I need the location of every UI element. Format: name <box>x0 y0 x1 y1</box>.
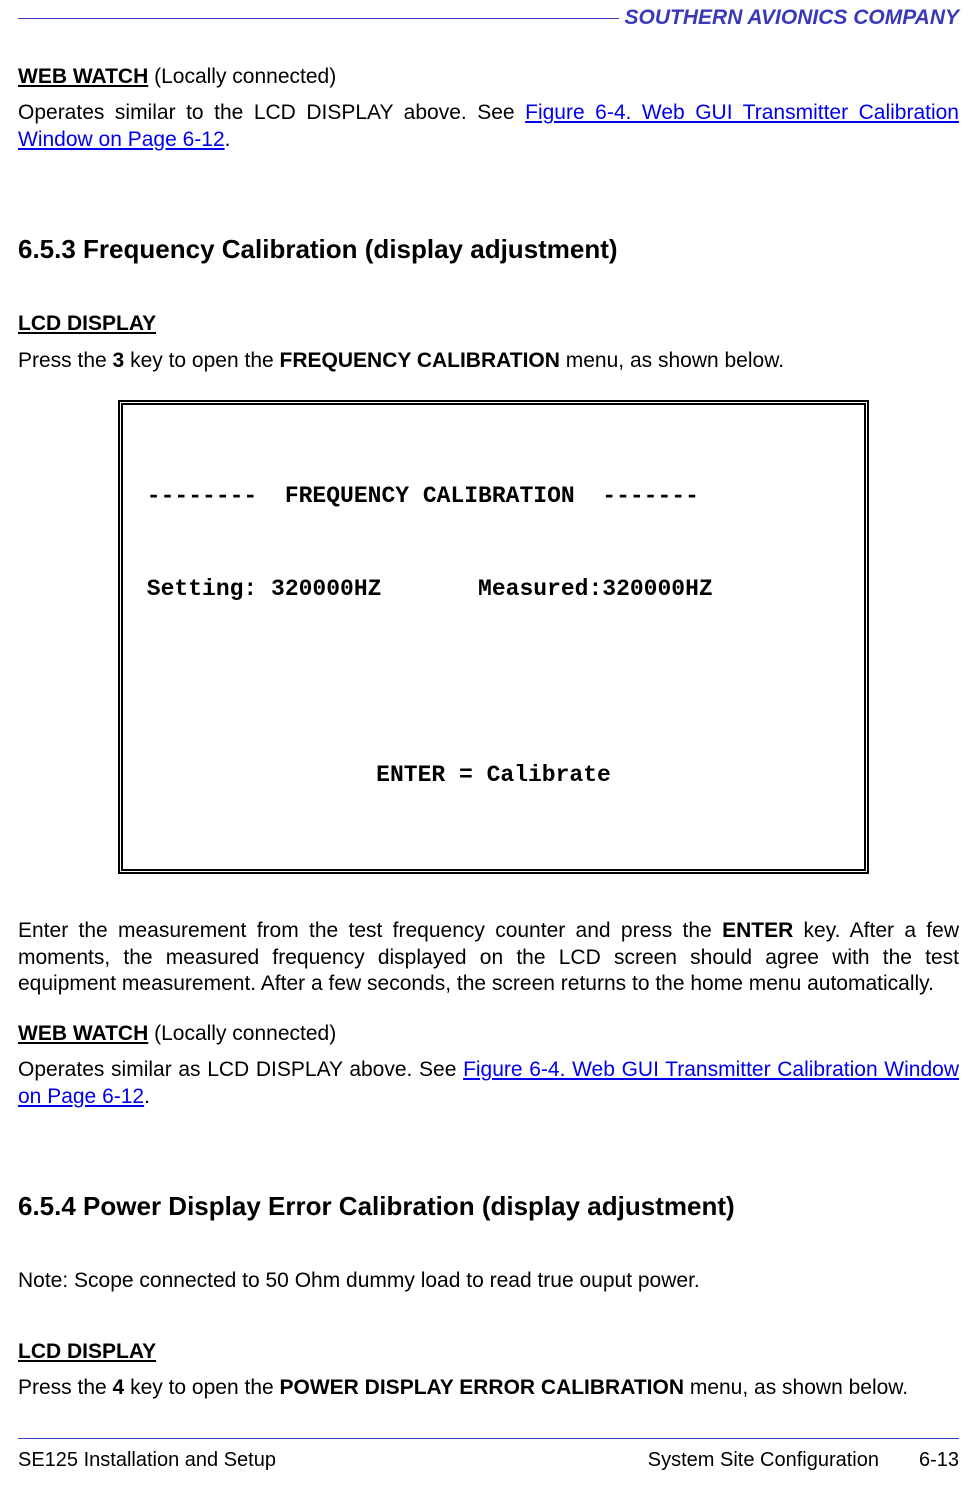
header-rule <box>18 18 619 19</box>
lcd-intro-menu-653: FREQUENCY CALIBRATION <box>280 349 560 372</box>
webwatch1-locally: (Locally connected) <box>148 65 336 88</box>
lcd-intro-pre-653: Press the <box>18 349 113 372</box>
footer-right: 6-13 <box>879 1449 959 1472</box>
webwatch1-post: . <box>225 128 231 151</box>
lcd-intro-mid-653: key to open the <box>124 349 279 372</box>
webwatch2-post: . <box>144 1085 150 1108</box>
section-653-heading: 6.5.3 Frequency Calibration (display adj… <box>18 233 959 266</box>
lcd-line1: -------- FREQUENCY CALIBRATION ------- <box>133 481 854 512</box>
lcd-intro-653: Press the 3 key to open the FREQUENCY CA… <box>18 348 959 374</box>
lcd-display-title-653: LCD DISPLAY <box>18 312 156 335</box>
webwatch1-pre: Operates similar to the LCD DISPLAY abov… <box>18 101 525 124</box>
webwatch1-heading: WEB WATCH (Locally connected) <box>18 64 959 90</box>
webwatch2-pre: Operates similar as LCD DISPLAY above. S… <box>18 1058 463 1081</box>
lcd-line2: Setting: 320000HZ Measured:320000HZ <box>133 574 854 605</box>
lcd-display-heading-653: LCD DISPLAY <box>18 311 959 337</box>
lcd-intro-key-654: 4 <box>113 1376 125 1399</box>
lcd-intro-654: Press the 4 key to open the POWER DISPLA… <box>18 1375 959 1401</box>
footer: SE125 Installation and Setup System Site… <box>18 1438 959 1472</box>
footer-center: System Site Configuration <box>648 1449 879 1472</box>
after-box-653: Enter the measurement from the test freq… <box>18 918 959 997</box>
lcd-display-title-654: LCD DISPLAY <box>18 1340 156 1363</box>
header-company: SOUTHERN AVIONICS COMPANY <box>619 6 959 30</box>
lcd-line3: ENTER = Calibrate <box>133 760 854 791</box>
footer-left: SE125 Installation and Setup <box>18 1449 648 1472</box>
lcd-blank <box>133 667 854 698</box>
note-654: Note: Scope connected to 50 Ohm dummy lo… <box>18 1268 959 1294</box>
webwatch2-body: Operates similar as LCD DISPLAY above. S… <box>18 1057 959 1110</box>
lcd-intro-post-654: menu, as shown below. <box>684 1376 908 1399</box>
webwatch2-heading: WEB WATCH (Locally connected) <box>18 1021 959 1047</box>
header-bar: SOUTHERN AVIONICS COMPANY <box>18 0 959 30</box>
section-654-heading: 6.5.4 Power Display Error Calibration (d… <box>18 1190 959 1223</box>
lcd-intro-post-653: menu, as shown below. <box>560 349 784 372</box>
after-box-pre: Enter the measurement from the test freq… <box>18 919 722 942</box>
lcd-intro-mid-654: key to open the <box>124 1376 279 1399</box>
webwatch2-title: WEB WATCH <box>18 1022 148 1045</box>
lcd-display-heading-654: LCD DISPLAY <box>18 1339 959 1365</box>
after-box-key: ENTER <box>722 919 793 942</box>
lcd-intro-menu-654: POWER DISPLAY ERROR CALIBRATION <box>280 1376 684 1399</box>
webwatch2-locally: (Locally connected) <box>148 1022 336 1045</box>
lcd-box-653: -------- FREQUENCY CALIBRATION ------- S… <box>118 400 869 875</box>
webwatch1-title: WEB WATCH <box>18 65 148 88</box>
webwatch1-body: Operates similar to the LCD DISPLAY abov… <box>18 100 959 153</box>
lcd-intro-key-653: 3 <box>113 349 125 372</box>
lcd-intro-pre-654: Press the <box>18 1376 113 1399</box>
